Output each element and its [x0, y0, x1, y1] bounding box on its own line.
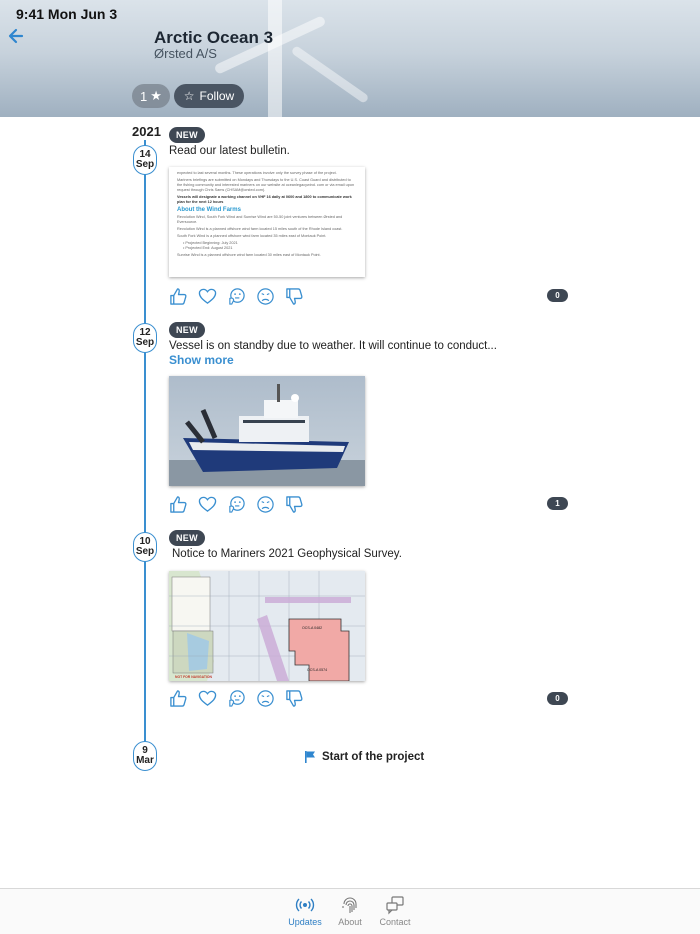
- tab-bar: Updates About Contact: [0, 888, 700, 934]
- page-subtitle: Ørsted A/S: [154, 46, 217, 61]
- post-text[interactable]: Read our latest bulletin.: [169, 145, 290, 157]
- status-time: 9:41 Mon Jun 3: [16, 6, 118, 22]
- bulletin-line: Mariners briefings are submitted on Mond…: [177, 178, 355, 192]
- star-outline-icon: ☆: [183, 89, 195, 103]
- start-month: Mar: [136, 755, 154, 766]
- sad-face-icon[interactable]: [256, 689, 275, 708]
- new-badge: NEW: [169, 530, 205, 546]
- follow-label: Follow: [199, 89, 235, 103]
- thumbs-down-icon[interactable]: [285, 495, 304, 514]
- post-month: Sep: [135, 337, 155, 348]
- bulletin-thumbnail[interactable]: expected to last several months. These o…: [169, 167, 365, 277]
- project-start-marker: Start of the project: [305, 751, 424, 763]
- map-area-label: OCS-A 0574: [307, 668, 327, 672]
- tab-about[interactable]: About: [325, 895, 375, 927]
- vessel-photo[interactable]: [169, 376, 365, 486]
- show-more-link[interactable]: Show more: [169, 353, 234, 367]
- fingerprint-icon: [342, 897, 357, 913]
- post-date: 12 Sep: [133, 323, 157, 353]
- thumbs-up-icon[interactable]: [169, 689, 188, 708]
- reaction-bar: [169, 689, 304, 711]
- flag-icon: [305, 751, 315, 763]
- page-title: Arctic Ocean 3: [154, 28, 274, 47]
- reaction-count: 0: [547, 289, 568, 302]
- bulletin-line: • Projected End: August 2021: [183, 246, 233, 250]
- reaction-bar: [169, 495, 304, 517]
- turbine-background: [268, 0, 282, 117]
- thinking-face-icon[interactable]: [227, 287, 246, 306]
- tab-label: Contact: [379, 917, 411, 927]
- map-thumbnail[interactable]: OCS-A 0482 OCS-A 0574 NOT FOR NAVIGATION: [169, 571, 365, 681]
- thumbs-down-icon[interactable]: [285, 287, 304, 306]
- reaction-bar: [169, 287, 304, 309]
- post-month: Sep: [135, 546, 155, 557]
- thinking-face-icon[interactable]: [227, 495, 246, 514]
- back-button[interactable]: [6, 24, 28, 48]
- bulletin-line: Vessels will designate a working channel…: [177, 195, 352, 204]
- bulletin-line: Revolution Wind, South Fork Wind and Sun…: [177, 215, 343, 224]
- heart-icon[interactable]: [198, 689, 217, 708]
- bulletin-line: South Fork Wind is a planned offshore wi…: [177, 234, 327, 238]
- star-icon: ★: [150, 88, 162, 103]
- heart-icon[interactable]: [198, 495, 217, 514]
- bulletin-line: Sunrise Wind is a planned offshore wind …: [177, 253, 321, 257]
- rating-badge[interactable]: 1 ★: [132, 84, 170, 108]
- follow-button[interactable]: ☆ Follow: [174, 84, 244, 108]
- sad-face-icon[interactable]: [256, 495, 275, 514]
- tab-updates[interactable]: Updates: [280, 895, 330, 927]
- thumbs-up-icon[interactable]: [169, 495, 188, 514]
- thinking-face-icon[interactable]: [227, 689, 246, 708]
- thumbs-down-icon[interactable]: [285, 689, 304, 708]
- map-warning-label: NOT FOR NAVIGATION: [175, 675, 213, 679]
- new-badge: NEW: [169, 127, 205, 143]
- tab-label: Updates: [288, 917, 322, 927]
- timeline-line: [144, 140, 146, 755]
- survey-map-image: OCS-A 0482 OCS-A 0574 NOT FOR NAVIGATION: [169, 571, 365, 681]
- post-text[interactable]: Vessel is on standby due to weather. It …: [169, 340, 497, 352]
- reaction-count: 1: [547, 497, 568, 510]
- reaction-count: 0: [547, 692, 568, 705]
- map-area-label: OCS-A 0482: [302, 626, 322, 630]
- post-date: 10 Sep: [133, 532, 157, 562]
- chat-icon: [386, 896, 404, 915]
- sad-face-icon[interactable]: [256, 287, 275, 306]
- bulletin-line: expected to last several months. These o…: [177, 171, 337, 175]
- bulletin-preview: expected to last several months. These o…: [169, 167, 365, 262]
- tab-contact[interactable]: Contact: [370, 895, 420, 927]
- thumbs-up-icon[interactable]: [169, 287, 188, 306]
- bulletin-line: Revolution Wind is a planned offshore wi…: [177, 227, 343, 231]
- vessel-image: [169, 376, 365, 486]
- tab-label: About: [338, 917, 362, 927]
- broadcast-icon: [295, 898, 315, 912]
- arrow-left-icon: [8, 28, 24, 44]
- bulletin-heading: About the Wind Farms: [177, 207, 241, 213]
- post-text[interactable]: Notice to Mariners 2021 Geophysical Surv…: [172, 548, 402, 560]
- turbine-blade: [290, 45, 370, 104]
- project-header: 9:41 Mon Jun 3 Arctic Ocean 3 Ørsted A/S…: [0, 0, 700, 117]
- post-date: 14 Sep: [133, 145, 157, 175]
- new-badge: NEW: [169, 322, 205, 338]
- start-date: 9 Mar: [133, 741, 157, 771]
- heart-icon[interactable]: [198, 287, 217, 306]
- rating-count: 1: [140, 88, 148, 104]
- post-month: Sep: [135, 159, 155, 170]
- project-start-label: Start of the project: [322, 751, 425, 763]
- timeline-year: 2021: [132, 124, 161, 139]
